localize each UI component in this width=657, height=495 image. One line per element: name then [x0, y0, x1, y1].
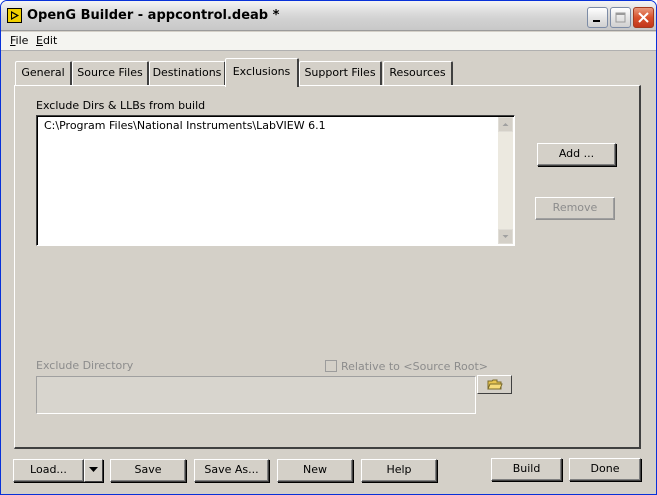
menu-file[interactable]: File: [10, 34, 28, 47]
chevron-down-icon: [89, 467, 98, 472]
save-as-button[interactable]: Save As...: [194, 459, 269, 482]
exclude-dirs-list[interactable]: C:\Program Files\National Instruments\La…: [36, 115, 515, 246]
load-dropdown-button[interactable]: [84, 459, 103, 482]
tab-general-label: General: [21, 66, 65, 79]
tab-source-files[interactable]: Source Files: [72, 61, 149, 85]
list-item[interactable]: C:\Program Files\National Instruments\La…: [44, 119, 326, 132]
maximize-button[interactable]: [610, 7, 631, 28]
remove-button[interactable]: Remove: [535, 197, 615, 220]
tab-support-files[interactable]: Support Files: [299, 61, 382, 85]
build-button[interactable]: Build: [491, 458, 562, 481]
done-button[interactable]: Done: [569, 458, 641, 481]
minimize-button[interactable]: [587, 7, 608, 28]
relative-checkbox[interactable]: [325, 360, 337, 372]
tab-resources-label: Resources: [389, 66, 446, 79]
menu-edit-mnemonic: E: [36, 34, 43, 47]
scroll-down-arrow-icon[interactable]: [498, 229, 513, 244]
close-button[interactable]: [633, 7, 654, 28]
help-button[interactable]: Help: [361, 459, 437, 482]
builder-window: OpenG Builder - appcontrol.deab * File E…: [0, 0, 657, 495]
menu-bar: File Edit: [1, 32, 656, 51]
scroll-up-arrow-icon[interactable]: [498, 117, 513, 132]
folder-icon: [487, 379, 503, 390]
new-button[interactable]: New: [277, 459, 353, 482]
exclude-directory-field[interactable]: [36, 376, 476, 414]
app-icon: [7, 8, 22, 23]
menu-file-label: ile: [15, 34, 29, 47]
menu-edit-label: dit: [42, 34, 58, 47]
relative-checkbox-label: Relative to <Source Root>: [341, 360, 489, 373]
tab-source-files-label: Source Files: [77, 66, 143, 79]
window-title: OpenG Builder - appcontrol.deab *: [27, 8, 280, 23]
exclude-list-label: Exclude Dirs & LLBs from build: [36, 99, 206, 112]
tab-exclusions[interactable]: Exclusions: [225, 58, 299, 87]
save-button[interactable]: Save: [110, 459, 186, 482]
tab-support-files-label: Support Files: [304, 66, 376, 79]
tab-destinations-label: Destinations: [152, 66, 222, 79]
menu-edit[interactable]: Edit: [36, 34, 57, 47]
load-button[interactable]: Load...: [13, 459, 84, 482]
browse-folder-button[interactable]: [477, 375, 512, 394]
tab-destinations[interactable]: Destinations: [149, 61, 226, 85]
tab-exclusions-label: Exclusions: [232, 65, 291, 78]
exclude-directory-label: Exclude Directory: [36, 359, 134, 372]
tab-general[interactable]: General: [15, 61, 72, 85]
tab-resources[interactable]: Resources: [383, 61, 453, 85]
add-button[interactable]: Add ...: [537, 143, 616, 166]
list-scrollbar[interactable]: [498, 117, 513, 244]
title-bar[interactable]: OpenG Builder - appcontrol.deab *: [1, 1, 656, 31]
